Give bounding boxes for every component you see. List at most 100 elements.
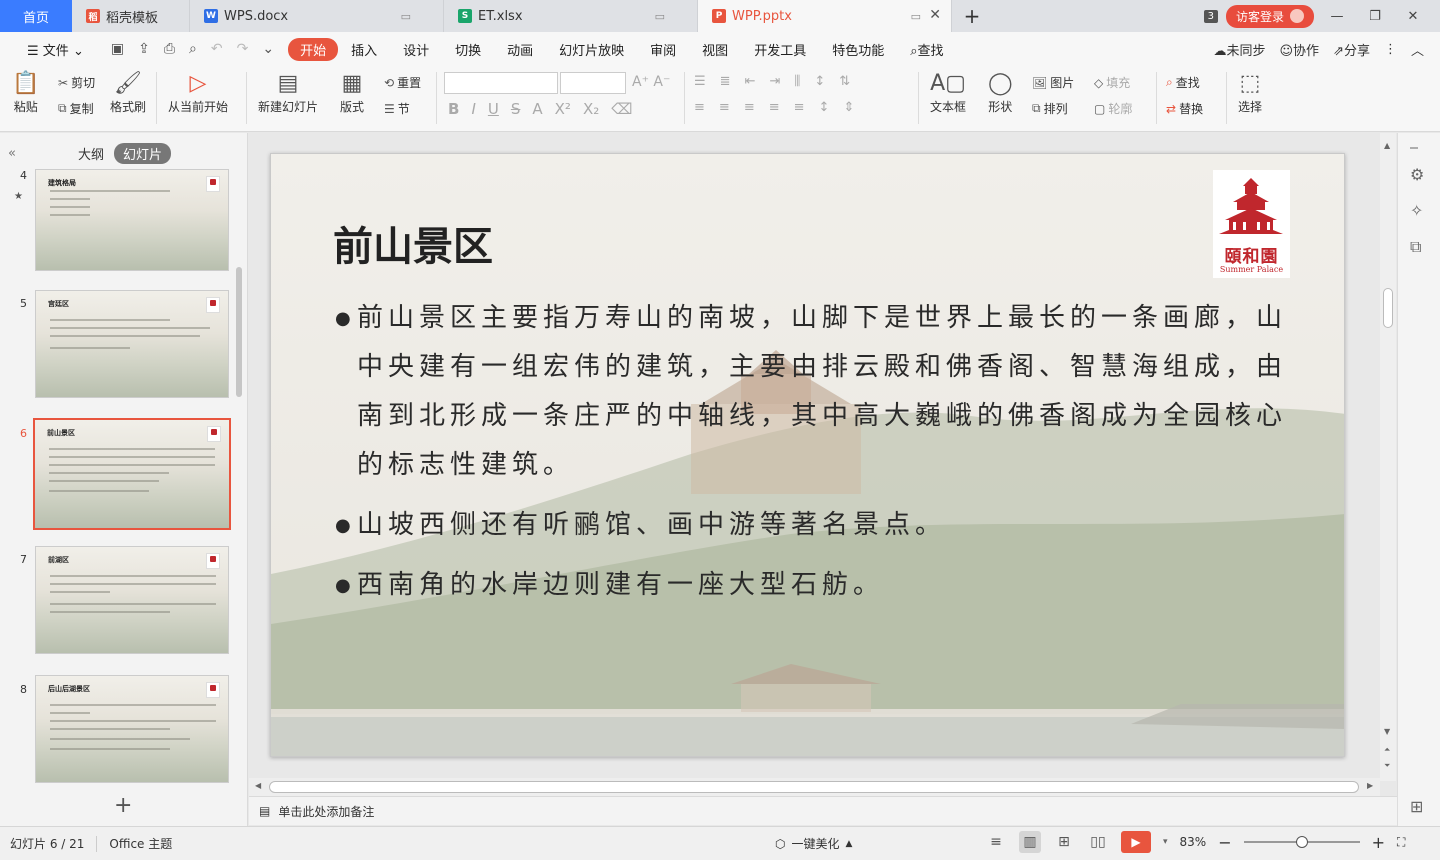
- save-icon[interactable]: ▣: [111, 41, 124, 57]
- menu-review[interactable]: 审阅: [637, 40, 689, 59]
- replace-button[interactable]: ⇄ 替换: [1166, 100, 1203, 117]
- menu-developer[interactable]: 开发工具: [741, 40, 819, 59]
- add-slide-button[interactable]: +: [114, 793, 132, 818]
- zoom-in-icon[interactable]: +: [1372, 833, 1385, 852]
- scroll-down-icon[interactable]: ▼: [1384, 727, 1390, 736]
- select-button[interactable]: ⬚ 选择: [1238, 72, 1262, 115]
- underline-icon[interactable]: U: [488, 100, 499, 118]
- strike-icon[interactable]: S: [511, 100, 521, 118]
- more-icon[interactable]: ⋮: [1384, 42, 1397, 57]
- tab-outline[interactable]: 大纲: [78, 144, 104, 163]
- arrange-button[interactable]: ⧉ 排列: [1032, 100, 1068, 117]
- menu-features[interactable]: 特色功能: [819, 40, 897, 59]
- notes-placeholder[interactable]: 单击此处添加备注: [278, 803, 374, 820]
- menu-animation[interactable]: 动画: [494, 40, 546, 59]
- subscript-icon[interactable]: X₂: [583, 100, 599, 118]
- font-color-icon[interactable]: A: [532, 100, 542, 118]
- collapse-panel-icon[interactable]: «: [8, 146, 16, 161]
- new-tab-button[interactable]: +: [952, 0, 992, 32]
- menu-view[interactable]: 视图: [689, 40, 741, 59]
- properties-icon[interactable]: ⚙: [1410, 165, 1424, 184]
- find-button[interactable]: ⌕ 查找: [1166, 74, 1200, 91]
- decrease-indent-icon[interactable]: ⇤: [745, 74, 756, 89]
- distribute-icon[interactable]: ≡: [794, 100, 805, 115]
- slide-body[interactable]: 前山景区主要指万寿山的南坡，山脚下是世界上最长的一条画廊，山中央建有一组宏伟的建…: [335, 294, 1295, 621]
- restore-icon[interactable]: ❐: [1360, 9, 1390, 24]
- superscript-icon[interactable]: X²: [555, 100, 571, 118]
- theme-name[interactable]: Office 主题: [109, 835, 172, 852]
- slide-thumbnail[interactable]: 宫廷区: [35, 290, 229, 398]
- fill-button[interactable]: ◇ 填充: [1094, 74, 1130, 91]
- slide-thumbnail[interactable]: 前湖区: [35, 546, 229, 654]
- summer-palace-logo[interactable]: 頤和園 Summer Palace: [1213, 170, 1290, 278]
- picture-button[interactable]: 🖼 图片: [1032, 74, 1074, 91]
- print-icon[interactable]: ⎙: [164, 41, 175, 57]
- scroll-right-icon[interactable]: ▶: [1367, 781, 1373, 790]
- zoom-slider[interactable]: [1243, 836, 1360, 848]
- grid-icon[interactable]: ⊞: [1410, 797, 1423, 816]
- play-slideshow-button[interactable]: ▶: [1121, 831, 1151, 853]
- align-right-icon[interactable]: ≡: [744, 100, 755, 115]
- text-direction-icon[interactable]: ⇅: [839, 74, 850, 89]
- font-family-select[interactable]: [444, 72, 558, 94]
- preview-icon[interactable]: ⌕: [189, 41, 197, 57]
- prev-slide-icon[interactable]: ⏶: [1384, 745, 1390, 755]
- menu-start[interactable]: 开始: [288, 37, 339, 61]
- bold-icon[interactable]: B: [448, 100, 459, 118]
- copy-button[interactable]: ⧉ 复制: [58, 100, 94, 117]
- textbox-button[interactable]: A▢ 文本框: [930, 72, 966, 115]
- tab-slides[interactable]: 幻灯片: [113, 142, 171, 164]
- menu-transition[interactable]: 切换: [442, 40, 494, 59]
- login-button[interactable]: 访客登录: [1225, 4, 1314, 28]
- zoom-out-icon[interactable]: −: [1218, 833, 1231, 852]
- animation-icon[interactable]: ✧: [1410, 201, 1423, 220]
- beautify-button[interactable]: ⬡ 一键美化 ▲: [775, 835, 852, 852]
- close-window-icon[interactable]: ✕: [1398, 9, 1428, 24]
- redo-icon[interactable]: ↷: [237, 41, 249, 57]
- copy-style-icon[interactable]: ⧉: [1410, 237, 1421, 257]
- increase-indent-icon[interactable]: ⇥: [769, 74, 780, 89]
- sidebar-handle-icon[interactable]: ⎯: [1410, 137, 1418, 157]
- format-painter-button[interactable]: 🖌 格式刷: [110, 72, 146, 115]
- menu-insert[interactable]: 插入: [338, 40, 390, 59]
- italic-icon[interactable]: I: [471, 100, 475, 118]
- paragraph-spacing-icon[interactable]: ↕: [819, 100, 830, 115]
- menu-design[interactable]: 设计: [390, 40, 442, 59]
- slide-thumbnail-selected[interactable]: 前山景区: [33, 418, 231, 530]
- slide-thumbnail[interactable]: 后山后湖景区: [35, 675, 229, 783]
- slide-title[interactable]: 前山景区: [333, 214, 493, 272]
- close-tab-icon[interactable]: ✕: [929, 7, 941, 23]
- vertical-scrollbar[interactable]: ▲ ▼ ⏶ ⏷: [1380, 133, 1396, 781]
- zoom-level[interactable]: 83%: [1180, 835, 1207, 849]
- section-button[interactable]: ☰ 节: [384, 100, 410, 117]
- vertical-align-icon[interactable]: ⇕: [843, 100, 854, 115]
- font-grow-icon[interactable]: A⁺ A⁻: [632, 74, 670, 90]
- sync-button[interactable]: ☁未同步: [1213, 40, 1265, 59]
- line-spacing-icon[interactable]: ↕: [814, 74, 825, 89]
- outline-button[interactable]: ▢ 轮廓: [1094, 100, 1132, 117]
- share-button[interactable]: ⇗分享: [1333, 40, 1370, 59]
- next-slide-icon[interactable]: ⏷: [1384, 761, 1390, 771]
- play-options-icon[interactable]: ▾: [1163, 837, 1168, 847]
- minimize-icon[interactable]: —: [1322, 9, 1352, 24]
- layout-button[interactable]: ▦ 版式: [340, 72, 364, 115]
- scroll-thumb[interactable]: [1383, 288, 1393, 328]
- tab-wps-docx[interactable]: W WPS.docx ▭: [190, 0, 444, 32]
- menu-search[interactable]: ⌕查找: [897, 40, 956, 59]
- menu-slideshow[interactable]: 幻灯片放映: [546, 40, 637, 59]
- tab-et-xlsx[interactable]: S ET.xlsx ▭: [444, 0, 698, 32]
- notes-pane[interactable]: ▤ 单击此处添加备注: [249, 796, 1397, 825]
- file-menu[interactable]: ☰ 文件 ⌄: [14, 40, 97, 59]
- tab-pin-icon[interactable]: ▭: [655, 10, 665, 23]
- align-center-icon[interactable]: ≡: [719, 100, 730, 115]
- zoom-knob[interactable]: [1295, 836, 1308, 848]
- collapse-ribbon-icon[interactable]: ︿: [1411, 40, 1424, 59]
- font-size-select[interactable]: [560, 72, 626, 94]
- scroll-up-icon[interactable]: ▲: [1384, 141, 1390, 150]
- fit-window-icon[interactable]: ⛶: [1397, 835, 1405, 850]
- export-icon[interactable]: ⇪: [138, 41, 150, 57]
- collab-button[interactable]: ☺协作: [1279, 40, 1319, 59]
- numbered-list-icon[interactable]: ≣: [720, 74, 731, 89]
- shape-button[interactable]: ◯ 形状: [988, 72, 1013, 115]
- current-slide[interactable]: 前山景区 前山景区主要指万寿山的南坡，山脚下是世界上最长的一条画廊，山中央建有一…: [270, 153, 1345, 757]
